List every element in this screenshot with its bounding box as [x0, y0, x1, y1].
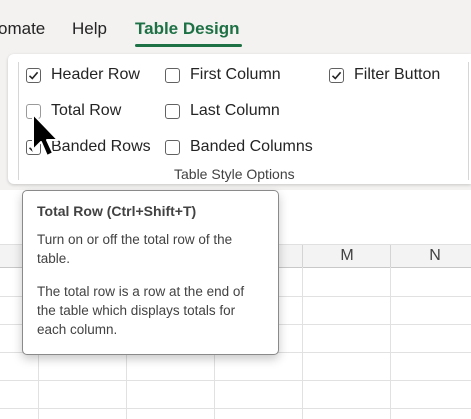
ribbon-separator — [18, 62, 19, 180]
tab-automate[interactable]: omate — [0, 19, 45, 39]
tooltip-details: The total row is a row at the end of the… — [37, 284, 245, 337]
checkmark-icon — [331, 71, 342, 80]
header-row-checkbox[interactable] — [26, 67, 41, 83]
banded-columns-label: Banded Columns — [190, 138, 313, 155]
first-column-option[interactable]: First Column — [165, 64, 281, 86]
total-row-tooltip: Total Row (Ctrl+Shift+T) Turn on or off … — [22, 190, 279, 355]
gridline — [0, 408, 471, 409]
last-column-label: Last Column — [190, 102, 280, 119]
first-column-checkbox[interactable] — [165, 67, 180, 83]
checkmark-icon — [28, 71, 39, 80]
filter-button-label: Filter Button — [354, 66, 441, 83]
group-label: Table Style Options — [174, 166, 295, 182]
tab-help[interactable]: Help — [72, 19, 107, 39]
gridline — [390, 267, 391, 419]
ribbon-separator — [468, 62, 469, 180]
banded-columns-checkbox[interactable] — [165, 139, 180, 155]
header-row-label: Header Row — [51, 66, 140, 83]
banded-rows-label: Banded Rows — [51, 138, 151, 155]
active-tab-indicator — [135, 44, 242, 47]
tab-table-design[interactable]: Table Design — [135, 19, 240, 39]
total-row-label: Total Row — [51, 102, 122, 119]
tooltip-title: Total Row (Ctrl+Shift+T) — [37, 203, 197, 219]
last-column-checkbox[interactable] — [165, 103, 180, 119]
column-header-n[interactable]: N — [390, 245, 471, 267]
filter-button-checkbox[interactable] — [329, 67, 344, 83]
header-row-option[interactable]: Header Row — [26, 64, 140, 86]
tooltip-description: Turn on or off the total row of the tabl… — [37, 232, 233, 266]
first-column-label: First Column — [190, 66, 281, 83]
filter-button-option[interactable]: Filter Button — [329, 64, 440, 86]
menu-bar: omate Help Table Design — [0, 0, 471, 50]
gridline — [0, 380, 471, 381]
banded-columns-option[interactable]: Banded Columns — [165, 136, 313, 158]
column-header-m[interactable]: M — [302, 245, 391, 267]
gridline — [302, 267, 303, 419]
mouse-pointer-icon — [32, 113, 59, 157]
last-column-option[interactable]: Last Column — [165, 100, 280, 122]
